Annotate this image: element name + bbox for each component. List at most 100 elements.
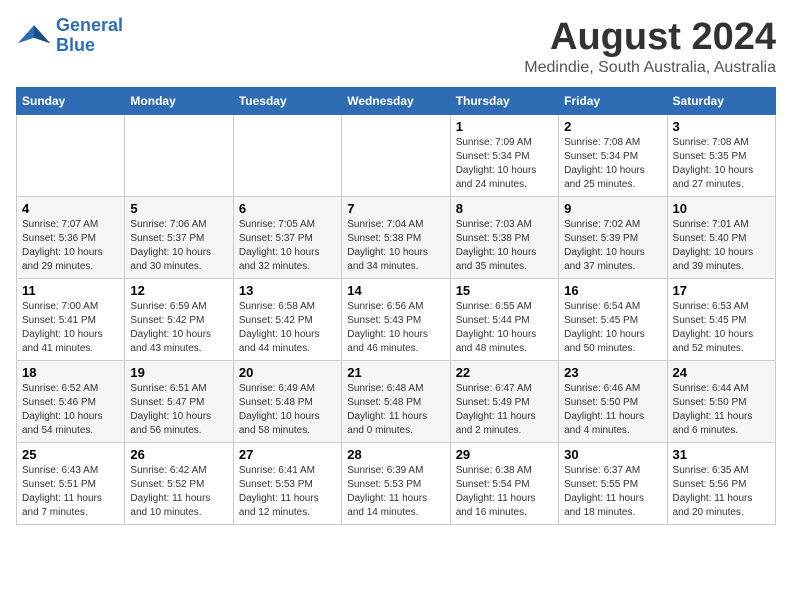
day-info: Sunrise: 6:58 AM Sunset: 5:42 PM Dayligh… bbox=[239, 300, 336, 356]
day-number: 28 bbox=[347, 447, 444, 462]
calendar-weekday-header: Tuesday bbox=[233, 88, 341, 115]
calendar-day-cell: 14 Sunrise: 6:56 AM Sunset: 5:43 PM Dayli… bbox=[342, 279, 450, 361]
day-number: 22 bbox=[456, 365, 553, 380]
calendar-day-cell: 6Sunrise: 7:05 AM Sunset: 5:37 PM Daylig… bbox=[233, 197, 341, 279]
logo: General Blue bbox=[16, 16, 123, 56]
calendar-day-cell: 12 Sunrise: 6:59 AM Sunset: 5:42 PM Dayli… bbox=[125, 279, 233, 361]
day-info: Sunrise: 6:46 AM Sunset: 5:50 PM Dayligh… bbox=[564, 382, 661, 438]
calendar-day-cell: 28 Sunrise: 6:39 AM Sunset: 5:53 PM Dayli… bbox=[342, 443, 450, 525]
day-info: Sunrise: 6:44 AM Sunset: 5:50 PM Dayligh… bbox=[673, 382, 770, 438]
calendar-day-cell: 7 Sunrise: 7:04 AM Sunset: 5:38 PM Daylig… bbox=[342, 197, 450, 279]
day-number: 4 bbox=[22, 201, 119, 216]
day-info: Sunrise: 6:39 AM Sunset: 5:53 PM Dayligh… bbox=[347, 464, 444, 520]
calendar-day-cell: 24 Sunrise: 6:44 AM Sunset: 5:50 PM Dayli… bbox=[667, 361, 775, 443]
day-info: Sunrise: 7:02 AM Sunset: 5:39 PM Dayligh… bbox=[564, 218, 661, 274]
day-info: Sunrise: 6:53 AM Sunset: 5:45 PM Dayligh… bbox=[673, 300, 770, 356]
day-number: 7 bbox=[347, 201, 444, 216]
day-number: 23 bbox=[564, 365, 661, 380]
calendar-day-cell bbox=[342, 115, 450, 197]
calendar-day-cell: 16 Sunrise: 6:54 AM Sunset: 5:45 PM Dayli… bbox=[559, 279, 667, 361]
calendar-day-cell: 2 Sunrise: 7:08 AM Sunset: 5:34 PM Daylig… bbox=[559, 115, 667, 197]
calendar-day-cell: 8 Sunrise: 7:03 AM Sunset: 5:38 PM Daylig… bbox=[450, 197, 558, 279]
calendar-day-cell: 23 Sunrise: 6:46 AM Sunset: 5:50 PM Dayli… bbox=[559, 361, 667, 443]
day-number: 30 bbox=[564, 447, 661, 462]
day-number: 10 bbox=[673, 201, 770, 216]
day-info: Sunrise: 6:37 AM Sunset: 5:55 PM Dayligh… bbox=[564, 464, 661, 520]
day-info: Sunrise: 6:56 AM Sunset: 5:43 PM Dayligh… bbox=[347, 300, 444, 356]
day-number: 5 bbox=[130, 201, 227, 216]
day-info: Sunrise: 7:03 AM Sunset: 5:38 PM Dayligh… bbox=[456, 218, 553, 274]
calendar-day-cell: 20Sunrise: 6:49 AM Sunset: 5:48 PM Dayli… bbox=[233, 361, 341, 443]
calendar-weekday-header: Wednesday bbox=[342, 88, 450, 115]
calendar-day-cell bbox=[17, 115, 125, 197]
calendar-day-cell: 18Sunrise: 6:52 AM Sunset: 5:46 PM Dayli… bbox=[17, 361, 125, 443]
day-number: 24 bbox=[673, 365, 770, 380]
calendar-week-row: 25 Sunrise: 6:43 AM Sunset: 5:51 PM Dayli… bbox=[17, 443, 776, 525]
logo-text: General Blue bbox=[56, 16, 123, 56]
day-number: 8 bbox=[456, 201, 553, 216]
calendar-day-cell: 29 Sunrise: 6:38 AM Sunset: 5:54 PM Dayli… bbox=[450, 443, 558, 525]
day-info: Sunrise: 6:48 AM Sunset: 5:48 PM Dayligh… bbox=[347, 382, 444, 438]
day-info: Sunrise: 6:54 AM Sunset: 5:45 PM Dayligh… bbox=[564, 300, 661, 356]
page-header: General Blue August 2024 Medindie, South… bbox=[16, 16, 776, 77]
day-number: 25 bbox=[22, 447, 119, 462]
calendar-day-cell: 5 Sunrise: 7:06 AM Sunset: 5:37 PM Daylig… bbox=[125, 197, 233, 279]
day-number: 15 bbox=[456, 283, 553, 298]
calendar-day-cell: 9 Sunrise: 7:02 AM Sunset: 5:39 PM Daylig… bbox=[559, 197, 667, 279]
calendar-day-cell: 13Sunrise: 6:58 AM Sunset: 5:42 PM Dayli… bbox=[233, 279, 341, 361]
day-number: 2 bbox=[564, 119, 661, 134]
calendar-day-cell: 31 Sunrise: 6:35 AM Sunset: 5:56 PM Dayli… bbox=[667, 443, 775, 525]
day-number: 9 bbox=[564, 201, 661, 216]
calendar-day-cell: 26 Sunrise: 6:42 AM Sunset: 5:52 PM Dayli… bbox=[125, 443, 233, 525]
day-number: 19 bbox=[130, 365, 227, 380]
day-info: Sunrise: 6:47 AM Sunset: 5:49 PM Dayligh… bbox=[456, 382, 553, 438]
day-number: 31 bbox=[673, 447, 770, 462]
calendar-week-row: 4Sunrise: 7:07 AM Sunset: 5:36 PM Daylig… bbox=[17, 197, 776, 279]
day-number: 3 bbox=[673, 119, 770, 134]
calendar-header-row: SundayMondayTuesdayWednesdayThursdayFrid… bbox=[17, 88, 776, 115]
calendar-table: SundayMondayTuesdayWednesdayThursdayFrid… bbox=[16, 87, 776, 525]
calendar-day-cell bbox=[233, 115, 341, 197]
calendar-week-row: 11 Sunrise: 7:00 AM Sunset: 5:41 PM Dayli… bbox=[17, 279, 776, 361]
logo-bird-icon bbox=[16, 18, 52, 54]
day-info: Sunrise: 6:49 AM Sunset: 5:48 PM Dayligh… bbox=[239, 382, 336, 438]
calendar-day-cell: 11 Sunrise: 7:00 AM Sunset: 5:41 PM Dayli… bbox=[17, 279, 125, 361]
day-number: 29 bbox=[456, 447, 553, 462]
day-info: Sunrise: 6:59 AM Sunset: 5:42 PM Dayligh… bbox=[130, 300, 227, 356]
day-number: 14 bbox=[347, 283, 444, 298]
day-info: Sunrise: 7:08 AM Sunset: 5:34 PM Dayligh… bbox=[564, 136, 661, 192]
calendar-day-cell: 19 Sunrise: 6:51 AM Sunset: 5:47 PM Dayli… bbox=[125, 361, 233, 443]
calendar-day-cell: 4Sunrise: 7:07 AM Sunset: 5:36 PM Daylig… bbox=[17, 197, 125, 279]
day-number: 17 bbox=[673, 283, 770, 298]
day-number: 27 bbox=[239, 447, 336, 462]
day-info: Sunrise: 6:35 AM Sunset: 5:56 PM Dayligh… bbox=[673, 464, 770, 520]
calendar-day-cell: 1 Sunrise: 7:09 AM Sunset: 5:34 PM Daylig… bbox=[450, 115, 558, 197]
day-info: Sunrise: 7:06 AM Sunset: 5:37 PM Dayligh… bbox=[130, 218, 227, 274]
day-info: Sunrise: 6:52 AM Sunset: 5:46 PM Dayligh… bbox=[22, 382, 119, 438]
calendar-day-cell: 3Sunrise: 7:08 AM Sunset: 5:35 PM Daylig… bbox=[667, 115, 775, 197]
calendar-weekday-header: Saturday bbox=[667, 88, 775, 115]
day-info: Sunrise: 6:42 AM Sunset: 5:52 PM Dayligh… bbox=[130, 464, 227, 520]
day-number: 21 bbox=[347, 365, 444, 380]
title-block: August 2024 Medindie, South Australia, A… bbox=[524, 16, 776, 77]
calendar-weekday-header: Thursday bbox=[450, 88, 558, 115]
calendar-day-cell: 21 Sunrise: 6:48 AM Sunset: 5:48 PM Dayli… bbox=[342, 361, 450, 443]
day-info: Sunrise: 7:01 AM Sunset: 5:40 PM Dayligh… bbox=[673, 218, 770, 274]
calendar-day-cell: 17 Sunrise: 6:53 AM Sunset: 5:45 PM Dayli… bbox=[667, 279, 775, 361]
day-info: Sunrise: 7:09 AM Sunset: 5:34 PM Dayligh… bbox=[456, 136, 553, 192]
day-number: 1 bbox=[456, 119, 553, 134]
day-info: Sunrise: 7:04 AM Sunset: 5:38 PM Dayligh… bbox=[347, 218, 444, 274]
calendar-day-cell: 15Sunrise: 6:55 AM Sunset: 5:44 PM Dayli… bbox=[450, 279, 558, 361]
day-number: 11 bbox=[22, 283, 119, 298]
day-number: 16 bbox=[564, 283, 661, 298]
calendar-day-cell bbox=[125, 115, 233, 197]
day-info: Sunrise: 7:00 AM Sunset: 5:41 PM Dayligh… bbox=[22, 300, 119, 356]
calendar-day-cell: 27 Sunrise: 6:41 AM Sunset: 5:53 PM Dayli… bbox=[233, 443, 341, 525]
day-info: Sunrise: 6:41 AM Sunset: 5:53 PM Dayligh… bbox=[239, 464, 336, 520]
day-info: Sunrise: 6:43 AM Sunset: 5:51 PM Dayligh… bbox=[22, 464, 119, 520]
day-info: Sunrise: 6:51 AM Sunset: 5:47 PM Dayligh… bbox=[130, 382, 227, 438]
calendar-weekday-header: Sunday bbox=[17, 88, 125, 115]
day-info: Sunrise: 6:38 AM Sunset: 5:54 PM Dayligh… bbox=[456, 464, 553, 520]
day-number: 26 bbox=[130, 447, 227, 462]
day-number: 12 bbox=[130, 283, 227, 298]
